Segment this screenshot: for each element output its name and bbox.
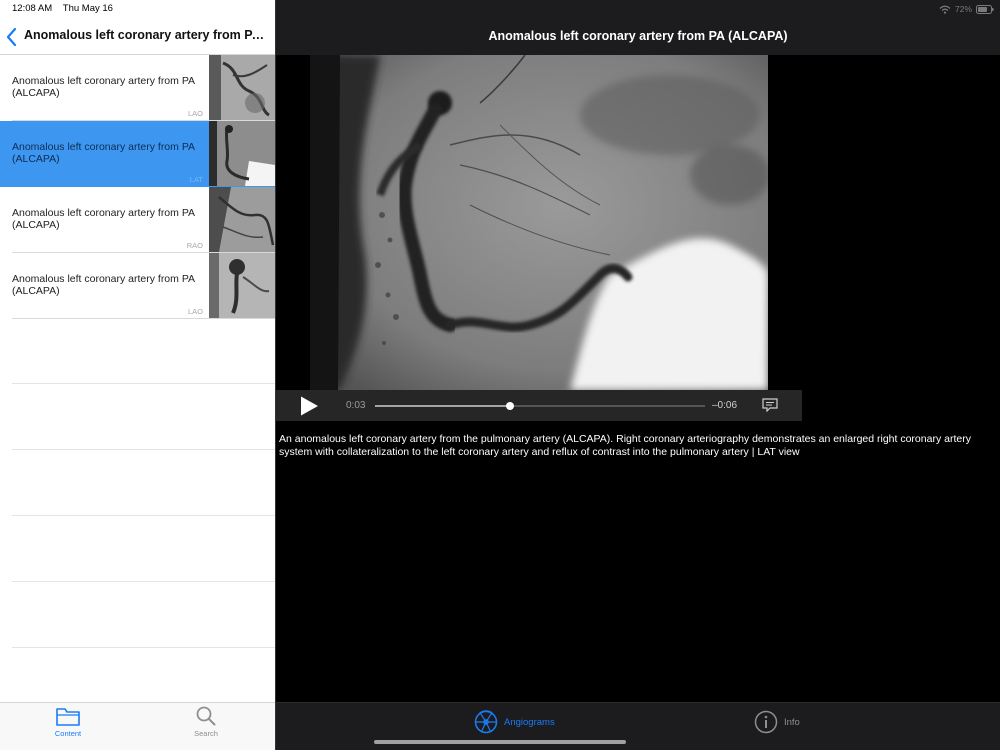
angiogram-description: An anomalous left coronary artery from t… <box>279 433 971 458</box>
tab-content-label: Content <box>54 729 82 738</box>
status-time: 12:08 AM <box>12 3 53 14</box>
detail-title: Anomalous left coronary artery from PA (… <box>488 29 788 43</box>
search-icon <box>196 706 216 726</box>
tab-info-label: Info <box>784 716 800 728</box>
list-item-view: LAO <box>187 109 203 118</box>
time-remaining: –0:06 <box>712 400 738 411</box>
info-icon <box>754 710 778 734</box>
play-button[interactable] <box>298 395 320 417</box>
tab-search-label: Search <box>194 729 218 738</box>
chevron-left-icon <box>6 27 17 47</box>
scrubber[interactable] <box>375 402 705 410</box>
captions-icon <box>762 398 778 413</box>
row-separator <box>12 318 275 319</box>
detail-panel: 72% Anomalous left coronary artery from … <box>276 0 1000 750</box>
list-item[interactable]: Anomalous left coronary artery from PA (… <box>0 55 275 121</box>
angiogram-icon <box>474 710 498 734</box>
detail-header: 72% Anomalous left coronary artery from … <box>276 0 1000 55</box>
list-item-view: LAO <box>187 307 203 316</box>
tab-bar-left: Content Search <box>0 702 275 750</box>
navigation-bar: Anomalous left coronary artery from PA..… <box>0 20 275 55</box>
row-separator <box>12 383 275 384</box>
master-panel: 12:08 AM Thu May 16 Anomalous left coron… <box>0 0 275 750</box>
tab-bar-right: Angiograms Info <box>276 702 1000 750</box>
list-item-selected[interactable]: Anomalous left coronary artery from PA (… <box>0 121 275 187</box>
status-icons: 72% <box>939 4 994 14</box>
status-date: Thu May 16 <box>62 3 113 14</box>
list-item-title: Anomalous left coronary artery from PA (… <box>12 141 195 165</box>
angiogram-video[interactable] <box>310 55 768 390</box>
angiogram-thumbnail <box>209 55 275 120</box>
back-button[interactable] <box>4 26 20 48</box>
list-item[interactable]: Anomalous left coronary artery from PA (… <box>0 187 275 253</box>
nav-title: Anomalous left coronary artery from PA..… <box>24 28 270 42</box>
list-item-title: Anomalous left coronary artery from PA (… <box>12 207 195 231</box>
home-indicator[interactable] <box>374 740 626 744</box>
list-item-title: Anomalous left coronary artery from PA (… <box>12 273 195 297</box>
battery-icon <box>976 4 994 14</box>
tab-content[interactable]: Content <box>38 705 98 745</box>
row-separator <box>12 515 275 516</box>
angiogram-thumbnail <box>209 253 275 318</box>
scrubber-fill <box>375 405 511 407</box>
wifi-icon <box>939 5 951 14</box>
play-icon <box>301 396 318 416</box>
row-separator <box>12 581 275 582</box>
list-item-view: RAO <box>186 241 203 250</box>
tab-angiograms[interactable]: Angiograms <box>474 710 555 734</box>
scrubber-knob[interactable] <box>506 402 515 410</box>
list-item[interactable]: Anomalous left coronary artery from PA (… <box>0 253 275 319</box>
time-elapsed: 0:03 <box>346 400 366 411</box>
folder-icon <box>56 708 80 726</box>
tab-angiograms-label: Angiograms <box>504 716 555 728</box>
row-separator <box>12 647 275 648</box>
tab-info[interactable]: Info <box>754 710 800 734</box>
battery-percent: 72% <box>954 4 972 14</box>
video-controls: 0:03 –0:06 <box>276 390 802 421</box>
row-separator <box>12 449 275 450</box>
list-item-view: LAT <box>189 175 203 184</box>
angiogram-thumbnail <box>209 187 275 252</box>
status-bar-left: 12:08 AM Thu May 16 <box>12 3 113 14</box>
angiogram-thumbnail <box>209 121 275 186</box>
captions-button[interactable] <box>762 398 778 413</box>
tab-search[interactable]: Search <box>176 705 236 745</box>
list-item-title: Anomalous left coronary artery from PA (… <box>12 75 195 99</box>
